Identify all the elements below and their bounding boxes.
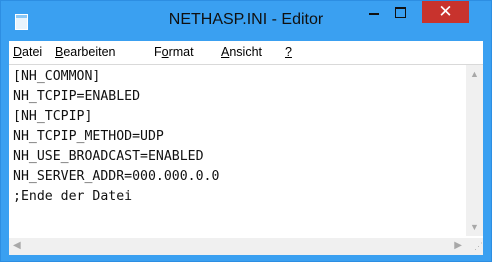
menu-ansicht[interactable]: Ansicht [221,45,262,59]
editor-window: NETHASP.INI - Editor ✕ Datei Bearbeiten … [0,0,492,262]
text-line: ;Ende der Datei [13,189,133,204]
menu-datei[interactable]: Datei [13,45,42,59]
window-title: NETHASP.INI - Editor [168,11,324,28]
title-bar[interactable]: NETHASP.INI - Editor ✕ [1,1,491,41]
close-button[interactable]: ✕ [422,1,469,23]
menu-bearbeiten[interactable]: Bearbeiten [55,45,115,59]
close-icon: ✕ [438,2,453,21]
resize-grip-icon[interactable]: ⋰ [466,238,483,255]
scroll-down-icon[interactable]: ▼ [466,222,483,232]
text-line: NH_TCPIP_METHOD=UDP [13,129,164,144]
maximize-button[interactable] [387,1,413,23]
text-line: [NH_COMMON] [13,69,101,84]
scroll-right-icon[interactable]: ▶ [454,240,462,251]
horizontal-scrollbar[interactable]: ◀ ▶ [9,238,466,255]
scroll-left-icon[interactable]: ◀ [13,240,21,251]
text-line: NH_TCPIP=ENABLED [13,89,141,104]
menu-format[interactable]: Format [154,45,194,59]
menu-bar: Datei Bearbeiten Format Ansicht ? [9,41,483,63]
text-editor[interactable]: [NH_COMMON] NH_TCPIP=ENABLED [NH_TCPIP] NH_… [9,64,483,255]
text-line: NH_SERVER_ADDR=000.000.0.0 [13,169,220,184]
maximize-icon [394,7,406,19]
menu-help[interactable]: ? [285,45,292,59]
document-text[interactable]: [NH_COMMON] NH_TCPIP=ENABLED [NH_TCPIP] NH_… [13,67,461,235]
vertical-scrollbar[interactable]: ▲ ▼ [466,65,483,236]
text-line: [NH_TCPIP] [13,109,93,124]
client-area: Datei Bearbeiten Format Ansicht ? [NH_CO… [9,41,483,255]
minimize-button[interactable] [361,1,387,23]
scroll-up-icon[interactable]: ▲ [466,69,483,79]
minimize-icon [369,12,379,15]
text-line: NH_USE_BROADCAST=ENABLED [13,149,204,164]
